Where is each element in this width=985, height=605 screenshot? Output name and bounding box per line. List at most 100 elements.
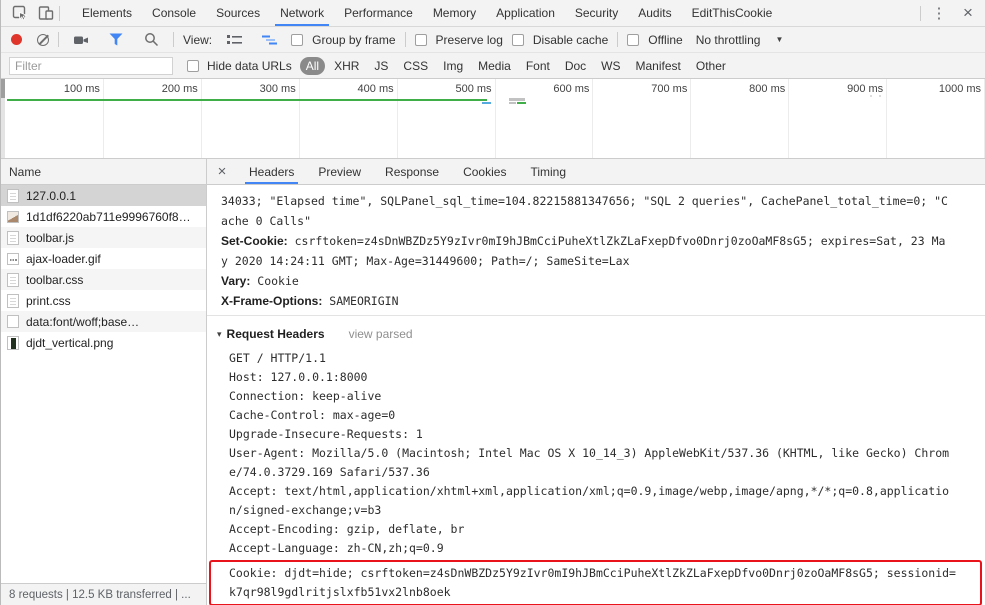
show-overview-icon[interactable] [256, 28, 282, 52]
close-details-icon[interactable]: × [207, 163, 237, 180]
panel-tab-label: Memory [432, 6, 477, 20]
details-tab-label: Response [385, 164, 440, 179]
filter-type-other[interactable]: Other [690, 57, 732, 75]
filter-bar: Hide data URLs AllXHRJSCSSImgMediaFontDo… [1, 53, 985, 79]
panel-tab-label: Sources [216, 6, 261, 20]
request-header-line: Cache-Control: max-age=0 [229, 408, 396, 422]
tab-audits[interactable]: Audits [628, 0, 681, 26]
filter-type-font[interactable]: Font [520, 57, 556, 75]
tab-performance[interactable]: Performance [334, 0, 423, 26]
divider [920, 5, 921, 21]
overview-scroll-handle[interactable] [1, 79, 5, 98]
request-name: data:font/woff;base… [26, 314, 140, 329]
timeline-tick-label: 200 ms [104, 79, 202, 158]
tab-elements[interactable]: Elements [72, 0, 142, 26]
resource-type-icon [7, 210, 19, 223]
header-value: y 2020 14:24:11 GMT; Max-Age=31449600; P… [221, 254, 630, 268]
request-row[interactable]: ajax-loader.gif [1, 248, 206, 269]
filter-type-xhr[interactable]: XHR [328, 57, 365, 75]
request-headers-section-title[interactable]: ▾ Request Headers view parsed [217, 319, 985, 349]
request-header-line: Connection: keep-alive [229, 389, 382, 403]
tab-sources[interactable]: Sources [206, 0, 270, 26]
overview-request-bar [509, 98, 525, 101]
request-row[interactable]: print.css [1, 290, 206, 311]
details-tab-preview[interactable]: Preview [306, 159, 373, 184]
header-name: Vary: [221, 274, 251, 288]
filter-type-media[interactable]: Media [472, 57, 517, 75]
filter-type-css[interactable]: CSS [397, 57, 434, 75]
name-column-header[interactable]: Name [1, 159, 206, 185]
header-value: Cookie [250, 274, 299, 288]
details-tab-headers[interactable]: Headers [237, 159, 306, 184]
record-button[interactable] [11, 34, 22, 45]
request-header-line: e/74.0.3729.169 Safari/537.36 [229, 465, 430, 479]
header-name: X-Frame-Options: [221, 294, 323, 308]
summary-text: 8 requests | 12.5 KB transferred | ... [9, 588, 191, 601]
overview-request-bar [509, 101, 516, 104]
request-name: toolbar.js [26, 230, 75, 245]
filter-type-doc[interactable]: Doc [559, 57, 592, 75]
disable-cache-checkbox[interactable] [511, 33, 524, 46]
timeline-tick-label: 500 ms [398, 79, 496, 158]
response-header-line: ache 0 Calls" [221, 211, 985, 231]
response-header-line: y 2020 14:24:11 GMT; Max-Age=31449600; P… [221, 251, 985, 271]
preserve-log-checkbox[interactable] [414, 33, 427, 46]
request-row[interactable]: data:font/woff;base… [1, 311, 206, 332]
network-overview-timeline[interactable]: 100 ms 200 ms 300 ms 400 ms 500 ms 600 ms 700 … [1, 79, 985, 159]
devtools-window: Elements Console Sources Network Performance… [0, 0, 985, 605]
request-list-panel: Name 127.0.0.1 1d1df6220ab711e9996760f8… t… [1, 159, 207, 605]
overview-dot [870, 95, 872, 97]
clear-button[interactable] [37, 33, 49, 46]
hide-data-urls-checkbox[interactable] [187, 59, 199, 72]
devtools-tabbar: Elements Console Sources Network Performance… [1, 0, 985, 27]
request-header-line: n/signed-exchange;v=b3 [229, 503, 382, 517]
request-row[interactable]: djdt_vertical.png [1, 332, 206, 353]
filter-type-manifest[interactable]: Manifest [630, 57, 687, 75]
screenshot-capture-icon[interactable] [68, 28, 94, 52]
cookie-highlight-box: Cookie: djdt=hide; csrftoken=z4sDnWBZDz5… [209, 560, 982, 605]
filter-type-ws[interactable]: WS [595, 57, 626, 75]
filter-type-all[interactable]: All [299, 56, 326, 75]
request-header-line: Upgrade-Insecure-Requests: 1 [229, 427, 423, 441]
view-parsed-link[interactable]: view parsed [349, 327, 413, 341]
details-tab-timing[interactable]: Timing [518, 159, 578, 184]
disable-cache-label: Disable cache [532, 32, 609, 47]
close-devtools-icon[interactable]: × [957, 3, 979, 23]
tab-security[interactable]: Security [565, 0, 628, 26]
network-toolbar: View: Group by frame Preserve log Disabl… [1, 27, 985, 53]
details-tab-cookies[interactable]: Cookies [451, 159, 518, 184]
tab-application[interactable]: Application [486, 0, 565, 26]
details-tabbar: × Headers Preview Response Cookies Timing [207, 159, 985, 185]
inspect-element-icon[interactable] [7, 1, 33, 25]
tab-editthiscookie[interactable]: EditThisCookie [682, 0, 783, 26]
offline-checkbox[interactable] [627, 33, 640, 46]
request-header-line: Accept-Encoding: gzip, deflate, br [229, 522, 465, 536]
filter-type-js[interactable]: JS [368, 57, 394, 75]
request-name: ajax-loader.gif [26, 251, 101, 266]
search-icon[interactable] [138, 28, 164, 52]
request-row[interactable]: 127.0.0.1 [1, 185, 206, 206]
cookie-header-line: Cookie: djdt=hide; csrftoken=z4sDnWBZDz5… [229, 566, 956, 580]
details-tab-response[interactable]: Response [373, 159, 451, 184]
preserve-log-label: Preserve log [435, 32, 503, 47]
request-details-panel: × Headers Preview Response Cookies Timing 34… [207, 159, 985, 605]
tab-network[interactable]: Network [270, 0, 334, 26]
chevron-down-icon[interactable]: ▼ [775, 35, 783, 44]
filter-icon[interactable] [103, 28, 129, 52]
tab-memory[interactable]: Memory [423, 0, 486, 26]
header-value: 34033; "Elapsed time", SQLPanel_sql_time… [221, 194, 948, 208]
resource-type-icon [7, 252, 19, 265]
throttling-select[interactable]: No throttling [696, 33, 761, 47]
details-tab-label: Cookies [463, 164, 507, 179]
kebab-menu-icon[interactable]: ⋮ [929, 4, 949, 22]
request-row[interactable]: toolbar.js [1, 227, 206, 248]
device-toolbar-icon[interactable] [33, 1, 59, 25]
tab-console[interactable]: Console [142, 0, 206, 26]
disclosure-triangle-icon[interactable]: ▾ [217, 329, 222, 340]
request-row[interactable]: 1d1df6220ab711e9996760f8… [1, 206, 206, 227]
filter-type-img[interactable]: Img [437, 57, 469, 75]
request-row[interactable]: toolbar.css [1, 269, 206, 290]
large-rows-icon[interactable] [221, 28, 247, 52]
group-by-frame-checkbox[interactable] [291, 33, 304, 46]
filter-input[interactable] [9, 56, 173, 75]
